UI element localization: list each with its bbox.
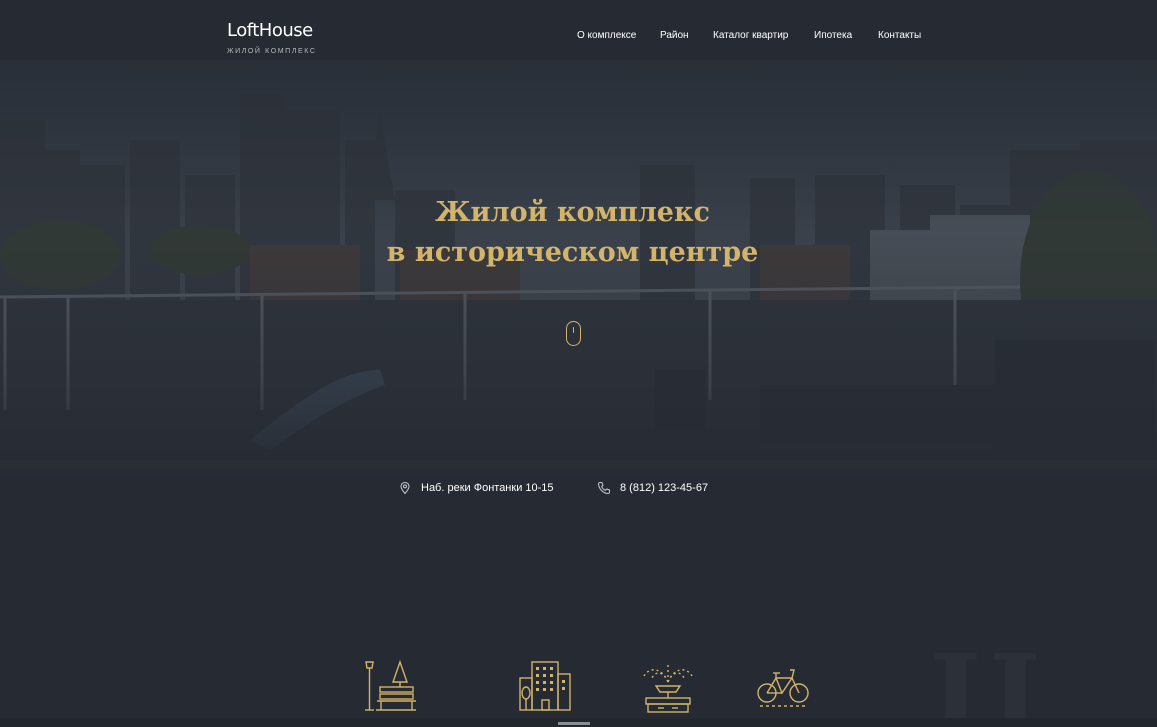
nav-item-about[interactable]: О комплексе xyxy=(577,30,636,41)
page: LoftHouse жилой комплекс О комплексе Рай… xyxy=(0,0,1157,727)
scroll-indicator[interactable] xyxy=(558,722,590,725)
hero-title-line-1: Жилой комплекс xyxy=(435,197,710,228)
nav-item-contacts[interactable]: Контакты xyxy=(878,30,921,41)
nav-item-district[interactable]: Район xyxy=(660,30,689,41)
address-text: Наб. реки Фонтанки 10-15 xyxy=(421,482,554,494)
phone-icon xyxy=(597,481,611,495)
address-contact: Наб. реки Фонтанки 10-15 xyxy=(398,481,554,495)
bicycle-icon xyxy=(756,666,810,708)
logo-title: LoftHouse xyxy=(227,20,313,41)
logo-subtitle: жилой комплекс xyxy=(227,48,317,55)
logo[interactable]: LoftHouse жилой комплекс xyxy=(227,20,317,55)
hero-title-line-2: в историческом центре xyxy=(386,237,759,268)
nav-item-mortgage[interactable]: Ипотека xyxy=(814,30,852,41)
mouse-icon[interactable] xyxy=(566,321,581,346)
nav-item-catalog[interactable]: Каталог квартир xyxy=(713,30,788,41)
fountain-icon xyxy=(640,658,696,714)
phone-text: 8 (812) 123-45-67 xyxy=(620,482,709,494)
phone-contact[interactable]: 8 (812) 123-45-67 xyxy=(597,481,708,495)
site-header: LoftHouse жилой комплекс О комплексе Рай… xyxy=(0,0,1157,80)
hero-title: Жилой комплекс в историческом центре xyxy=(0,193,1145,273)
park-bench-icon xyxy=(362,660,418,712)
location-pin-icon xyxy=(398,481,412,495)
building-icon xyxy=(518,660,572,712)
background-numeral: II xyxy=(930,630,1049,727)
